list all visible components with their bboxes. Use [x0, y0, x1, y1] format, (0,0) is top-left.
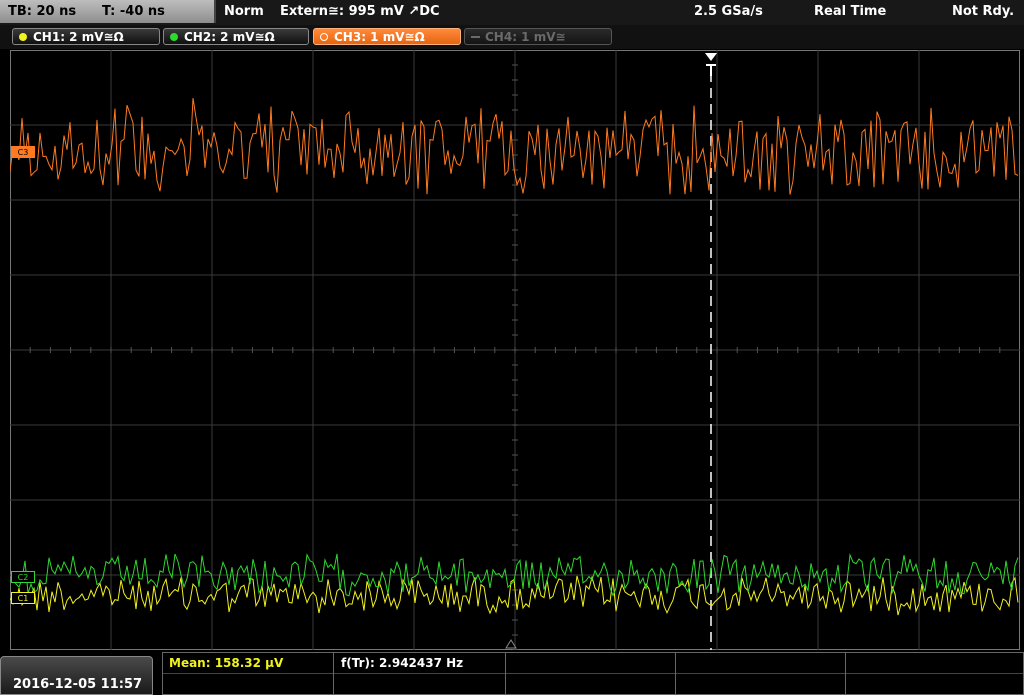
channel-dash-icon [471, 36, 480, 38]
channel-bar: CH1: 2 mV≅Ω CH2: 2 mV≅Ω CH3: 1 mV≅Ω CH4:… [0, 25, 1024, 49]
measurement-trigger-frequency[interactable]: f(Tr): 2.942437 Hz [341, 656, 463, 670]
timebase-value: TB: 20 ns [8, 4, 77, 19]
sample-rate[interactable]: 2.5 GSa/s [694, 4, 763, 19]
channel-tab-ch4[interactable]: CH4: 1 mV≅ [464, 28, 612, 45]
channel-label: CH2: 2 mV≅Ω [184, 30, 275, 44]
ch2-trace [10, 553, 1019, 597]
channel-tab-ch1[interactable]: CH1: 2 mV≅Ω [12, 28, 160, 45]
channel-label: CH4: 1 mV≅ [485, 30, 566, 44]
timebase-panel[interactable]: TB: 20 ns T: -40 ns [0, 0, 216, 23]
ch1-offset-marker[interactable]: C1 [11, 592, 35, 604]
datetime-panel: 2016-12-05 11:57 [0, 656, 153, 695]
ch3-trace [10, 98, 1019, 195]
trigger-offset-value: T: -40 ns [102, 4, 165, 19]
trigger-mode[interactable]: Norm [224, 4, 264, 19]
channel-tab-ch3[interactable]: CH3: 1 mV≅Ω [313, 28, 461, 45]
channel-dot-icon [170, 33, 178, 41]
measurement-table[interactable]: Mean: 158.32 µV f(Tr): 2.942437 Hz [162, 652, 1024, 695]
measurement-mean[interactable]: Mean: 158.32 µV [169, 656, 283, 670]
bottom-bar: 2016-12-05 11:57 Mean: 158.32 µV f(Tr): … [0, 652, 1024, 695]
channel-label: CH1: 2 mV≅Ω [33, 30, 124, 44]
status-bar: TB: 20 ns T: -40 ns Norm Extern≅: 995 mV… [0, 0, 1024, 25]
ch1-trace [10, 575, 1019, 616]
trigger-position-icon[interactable] [703, 52, 719, 76]
channel-dot-icon [320, 33, 328, 41]
table-divider [333, 653, 334, 694]
acquisition-status: Not Rdy. [952, 4, 1015, 19]
ch3-offset-marker[interactable]: C3 [11, 146, 35, 158]
channel-dot-icon [19, 33, 27, 41]
trigger-source[interactable]: Extern≅: 995 mV ↗DC [280, 4, 440, 19]
table-divider [163, 673, 1023, 674]
datetime: 2016-12-05 11:57 [13, 677, 143, 692]
table-divider [675, 653, 676, 694]
acquisition-mode[interactable]: Real Time [814, 4, 886, 19]
ch2-offset-marker[interactable]: C2 [11, 571, 35, 583]
channel-label: CH3: 1 mV≅Ω [334, 30, 425, 44]
table-divider [845, 653, 846, 694]
horizontal-center-icon [505, 639, 517, 649]
channel-tab-ch2[interactable]: CH2: 2 mV≅Ω [163, 28, 309, 45]
waveforms [10, 98, 1019, 616]
table-divider [505, 653, 506, 694]
